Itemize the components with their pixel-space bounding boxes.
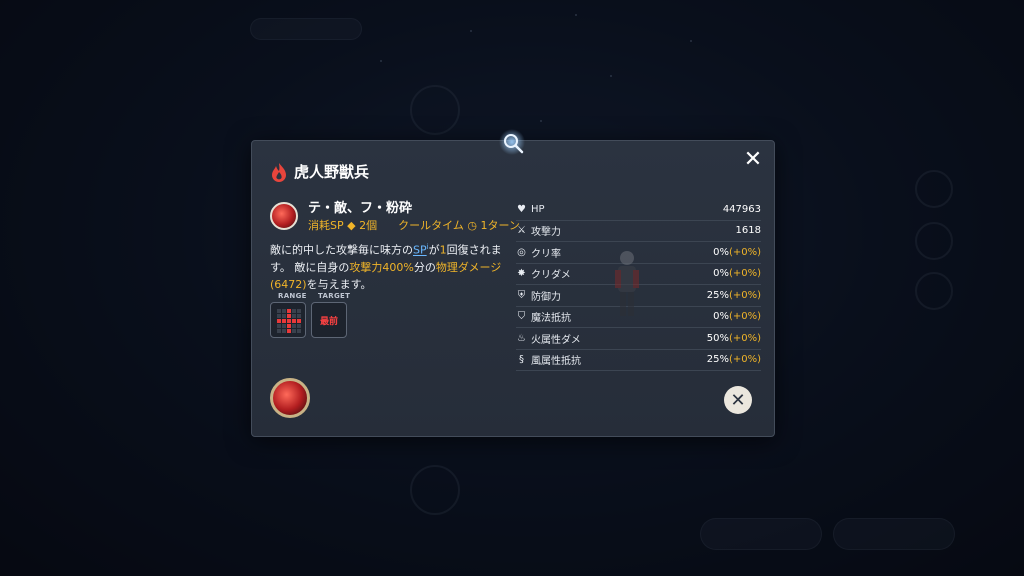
range-cell	[276, 328, 281, 333]
sp-link[interactable]: SP	[413, 244, 427, 257]
target-value: 最前	[319, 316, 338, 327]
stat-value: 1618	[735, 225, 761, 237]
dismiss-button[interactable]: ✕	[724, 386, 752, 414]
heart-plus-icon: ♥	[517, 203, 526, 215]
sp-cost-value: 2個	[359, 219, 378, 232]
range-cell	[291, 308, 296, 313]
stat-value: 0%	[713, 311, 729, 323]
cooldown-label: クールタイム	[398, 219, 464, 232]
enemy-sprite	[615, 251, 639, 316]
modal-header: 虎人野獣兵	[270, 161, 369, 182]
cooldown-value: 1ターン	[480, 219, 520, 232]
diamond-icon: ◆	[347, 219, 360, 232]
stat-name: 火属性ダメ	[531, 334, 581, 346]
stat-name: 風属性抵抗	[531, 356, 581, 368]
sword-icon: ⚔	[517, 225, 526, 237]
stat-bonus: (+0%)	[728, 289, 761, 301]
range-cell	[281, 328, 286, 333]
range-cell-active	[291, 318, 296, 323]
range-cell-active	[281, 318, 286, 323]
fire-icon: ♨	[517, 332, 526, 344]
crit-damage-icon: ✸	[517, 268, 526, 280]
stat-row: ⚔ 攻撃力 1618	[516, 221, 761, 242]
range-cell-active	[286, 328, 291, 333]
range-cell	[291, 323, 296, 328]
range-cell	[296, 328, 301, 333]
fire-element-icon	[272, 162, 286, 182]
range-cell-active	[286, 318, 291, 323]
range-cell	[276, 308, 281, 313]
range-cell-active	[286, 313, 291, 318]
range-cell-active	[286, 323, 291, 328]
range-cell	[291, 313, 296, 318]
stat-bonus: (+0%)	[728, 332, 761, 344]
stat-value: 0%	[713, 268, 729, 280]
stat-value: 447963	[722, 203, 761, 215]
range-grid-box	[270, 302, 306, 338]
stat-bonus: (+0%)	[728, 246, 761, 258]
range-cell	[281, 308, 286, 313]
magic-shield-icon: ⛉	[517, 311, 526, 323]
stat-name: 攻撃力	[531, 227, 561, 239]
skill-slot-icon[interactable]	[270, 378, 310, 418]
range-label: RANGE	[278, 292, 307, 300]
clock-icon: ◷	[467, 219, 477, 232]
stat-value: 0%	[713, 246, 729, 258]
range-cell	[296, 313, 301, 318]
range-cell	[296, 308, 301, 313]
stat-value: 50%	[706, 332, 729, 344]
magnifier-icon	[499, 129, 525, 155]
stat-bonus: (+0%)	[728, 354, 761, 366]
target-box: 最前	[311, 302, 347, 338]
shield-icon: ⛨	[517, 289, 526, 301]
range-cell	[276, 313, 281, 318]
stat-row: ♥ HP 447963	[516, 199, 761, 221]
sp-cost-label: 消耗SP	[308, 219, 344, 232]
skill-icon	[270, 202, 298, 230]
range-cell	[276, 323, 281, 328]
range-cell	[281, 323, 286, 328]
skill-description: 敵に的中した攻撃毎に味方のSPiが1回復されます。 敵に自身の攻撃力400%分の…	[270, 243, 502, 291]
range-cell-active	[286, 308, 291, 313]
skill-name: テ・敵、フ・粉砕	[308, 201, 413, 216]
skill-meta: 消耗SP ◆ 2個 クールタイム ◷ 1ターン	[308, 217, 520, 233]
stat-bonus: (+0%)	[728, 268, 761, 280]
stat-bonus: (+0%)	[728, 311, 761, 323]
enemy-info-modal: ✕ 虎人野獣兵 テ・敵、フ・粉砕 消耗SP ◆ 2個 クールタイム ◷ 1ターン…	[251, 129, 775, 437]
range-grid	[276, 308, 301, 333]
range-cell	[291, 328, 296, 333]
stat-name: HP	[531, 203, 545, 215]
stat-value: 25%	[706, 354, 729, 366]
crit-rate-icon: ◎	[517, 246, 526, 258]
wind-shield-icon: §	[519, 354, 524, 366]
close-button[interactable]: ✕	[740, 147, 766, 173]
range-cell	[281, 313, 286, 318]
stat-value: 25%	[706, 289, 729, 301]
enemy-name: 虎人野獣兵	[294, 163, 370, 181]
stat-row: ♨ 火属性ダメ 50% (+0%)	[516, 328, 761, 350]
range-cell-active	[276, 318, 281, 323]
target-label: TARGET	[318, 292, 351, 300]
range-cell	[296, 323, 301, 328]
range-cell-active	[296, 318, 301, 323]
stat-row: § 風属性抵抗 25% (+0%)	[516, 350, 761, 371]
